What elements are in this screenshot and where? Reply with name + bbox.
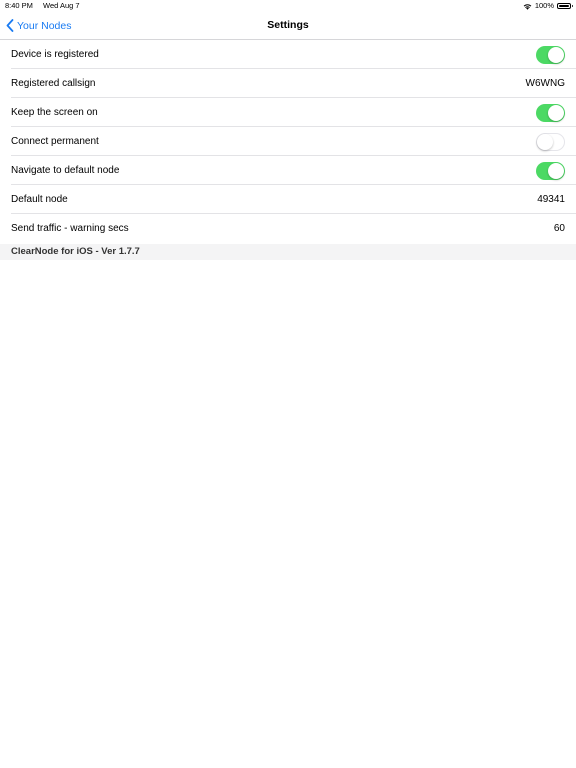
setting-label: Send traffic - warning secs xyxy=(11,223,129,234)
page-title: Settings xyxy=(267,19,309,31)
default-node-value[interactable]: 49341 xyxy=(537,194,565,205)
version-footer: ClearNode for iOS - Ver 1.7.7 xyxy=(0,244,576,260)
setting-row-connect-permanent: Connect permanent xyxy=(0,127,576,156)
status-time: 8:40 PM xyxy=(5,1,33,10)
setting-label: Registered callsign xyxy=(11,78,96,89)
settings-list: Device is registered Registered callsign… xyxy=(0,40,576,243)
navigate-default-node-toggle[interactable] xyxy=(536,161,565,180)
setting-label: Default node xyxy=(11,194,68,205)
status-date: Wed Aug 7 xyxy=(43,1,80,10)
connect-permanent-toggle[interactable] xyxy=(536,132,565,151)
status-bar: 8:40 PM Wed Aug 7 100% xyxy=(0,0,576,12)
warning-secs-value[interactable]: 60 xyxy=(554,223,565,234)
setting-label: Navigate to default node xyxy=(11,165,120,176)
callsign-value[interactable]: W6WNG xyxy=(526,78,565,89)
setting-row-registered-callsign[interactable]: Registered callsign W6WNG xyxy=(0,69,576,98)
status-left: 8:40 PM Wed Aug 7 xyxy=(5,0,80,12)
setting-row-send-traffic-warning[interactable]: Send traffic - warning secs 60 xyxy=(0,214,576,243)
wifi-icon xyxy=(523,3,532,10)
navigation-bar: Your Nodes Settings xyxy=(0,12,576,40)
keep-screen-on-toggle[interactable] xyxy=(536,103,565,122)
toggle-knob xyxy=(548,46,564,63)
setting-label: Connect permanent xyxy=(11,136,99,147)
setting-row-device-registered: Device is registered xyxy=(0,40,576,69)
status-right: 100% xyxy=(523,0,573,12)
toggle-knob xyxy=(537,133,553,150)
battery-level xyxy=(559,5,569,7)
setting-row-navigate-default-node: Navigate to default node xyxy=(0,156,576,185)
setting-row-default-node[interactable]: Default node 49341 xyxy=(0,185,576,214)
device-registered-toggle[interactable] xyxy=(536,45,565,64)
setting-row-keep-screen-on: Keep the screen on xyxy=(0,98,576,127)
setting-label: Keep the screen on xyxy=(11,107,98,118)
battery-icon xyxy=(557,3,573,9)
toggle-knob xyxy=(548,162,564,179)
toggle-knob xyxy=(548,104,564,121)
battery-percent: 100% xyxy=(534,1,554,10)
setting-label: Device is registered xyxy=(11,49,99,60)
